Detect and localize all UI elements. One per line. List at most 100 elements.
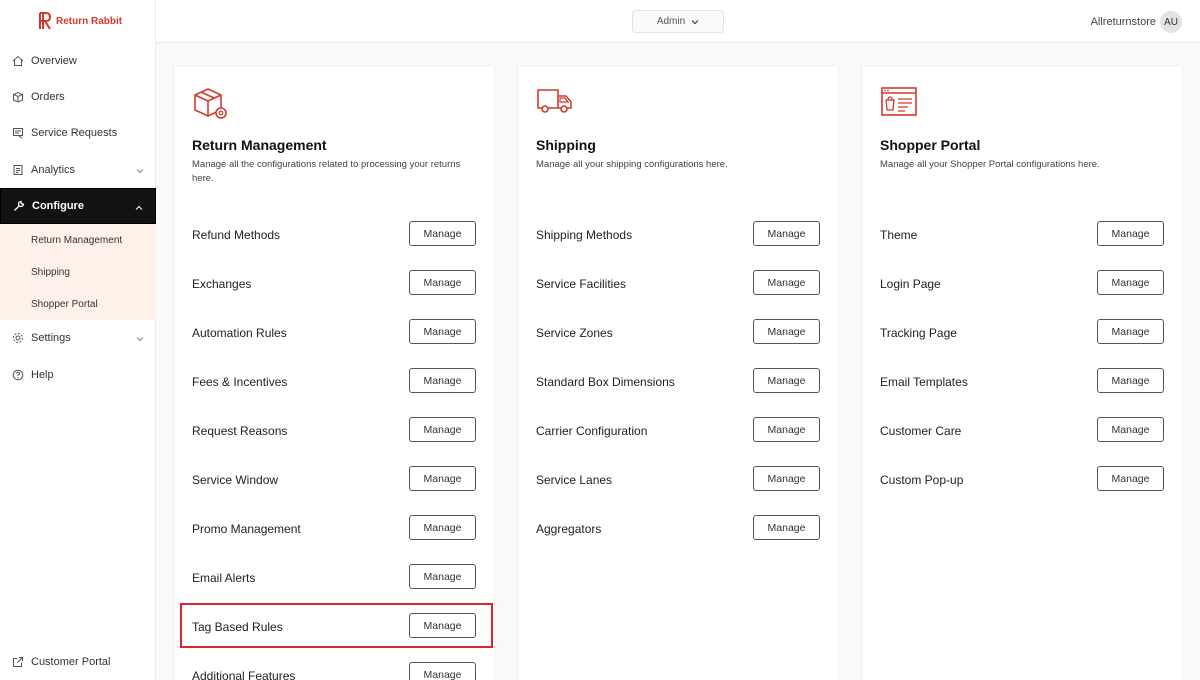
sidebar: Return Rabbit Overview Orders Service Re… [0, 0, 156, 680]
box-icon [12, 91, 24, 103]
submenu-return-management[interactable]: Return Management [31, 224, 122, 256]
manage-button[interactable]: Manage [1097, 368, 1164, 393]
config-row-email-templates: Email Templates Manage [862, 368, 1182, 396]
config-label: Request Reasons [192, 424, 288, 438]
manage-button[interactable]: Manage [1097, 319, 1164, 344]
manage-button[interactable]: Manage [753, 270, 820, 295]
config-row-tracking-page: Tracking Page Manage [862, 319, 1182, 347]
config-row-service-window: Service Window Manage [174, 466, 494, 494]
config-label: Fees & Incentives [192, 375, 288, 389]
sidebar-item-label: Help [31, 369, 54, 381]
config-label: Custom Pop-up [880, 473, 964, 487]
config-label: Login Page [880, 277, 941, 291]
sidebar-item-analytics[interactable]: Analytics [0, 152, 156, 188]
config-row-customer-care: Customer Care Manage [862, 417, 1182, 445]
manage-button[interactable]: Manage [753, 319, 820, 344]
config-label: Email Alerts [192, 571, 256, 585]
manage-button[interactable]: Manage [409, 515, 476, 540]
config-label: Tracking Page [880, 326, 957, 340]
sidebar-item-label: Service Requests [31, 127, 118, 139]
card-return-management: Return Management Manage all the configu… [173, 65, 495, 680]
config-row-login-page: Login Page Manage [862, 270, 1182, 298]
config-label: Theme [880, 228, 918, 242]
sidebar-item-label: Customer Portal [31, 656, 111, 668]
config-row-fees-incentives: Fees & Incentives Manage [174, 368, 494, 396]
manage-button[interactable]: Manage [409, 417, 476, 442]
submenu-shipping[interactable]: Shipping [31, 256, 70, 288]
submenu-shopper-portal[interactable]: Shopper Portal [31, 288, 98, 320]
config-label: Service Zones [536, 326, 613, 340]
manage-button[interactable]: Manage [1097, 221, 1164, 246]
config-row-additional-features: Additional Features Manage [174, 662, 494, 680]
sidebar-item-service-requests[interactable]: Service Requests [0, 115, 156, 151]
highlight-box [180, 603, 493, 648]
config-label: Aggregators [536, 522, 602, 536]
manage-button[interactable]: Manage [409, 270, 476, 295]
manage-button[interactable]: Manage [753, 368, 820, 393]
manage-button[interactable]: Manage [1097, 417, 1164, 442]
sidebar-item-label: Overview [31, 55, 77, 67]
manage-button[interactable]: Manage [409, 662, 476, 680]
config-label: Exchanges [192, 277, 252, 291]
config-label: Additional Features [192, 669, 296, 680]
brand-logo[interactable]: Return Rabbit [38, 12, 122, 30]
avatar[interactable]: AU [1160, 11, 1182, 33]
config-row-automation-rules: Automation Rules Manage [174, 319, 494, 347]
store-name[interactable]: Allreturnstore [1091, 16, 1156, 28]
manage-button[interactable]: Manage [409, 564, 476, 589]
box-gear-icon [192, 86, 230, 127]
sidebar-item-label: Analytics [31, 164, 76, 176]
manage-button[interactable]: Manage [409, 319, 476, 344]
config-label: Service Window [192, 473, 279, 487]
manage-button[interactable]: Manage [753, 221, 820, 246]
manage-button[interactable]: Manage [753, 417, 820, 442]
config-label: Refund Methods [192, 228, 281, 242]
manage-button[interactable]: Manage [753, 466, 820, 491]
storefront-icon [880, 86, 918, 123]
chevron-down-icon [691, 19, 699, 24]
manage-button[interactable]: Manage [1097, 466, 1164, 491]
sidebar-item-overview[interactable]: Overview [0, 43, 156, 79]
chevron-up-icon [135, 202, 143, 214]
card-description: Manage all your Shopper Portal configura… [880, 159, 1100, 170]
rabbit-logo-icon [39, 12, 52, 30]
manage-button[interactable]: Manage [1097, 270, 1164, 295]
sidebar-item-orders[interactable]: Orders [0, 79, 156, 115]
configure-submenu: Return Management Shipping Shopper Porta… [0, 224, 156, 320]
chevron-down-icon [136, 333, 144, 345]
home-icon [12, 55, 24, 67]
config-row-service-zones: Service Zones Manage [518, 319, 838, 347]
chevron-down-icon [136, 165, 144, 177]
wrench-icon [13, 200, 25, 212]
card-title: Shipping [536, 137, 596, 153]
manage-button[interactable]: Manage [753, 515, 820, 540]
config-label: Shipping Methods [536, 228, 633, 242]
top-bar: Admin Allreturnstore AU [156, 0, 1200, 43]
config-label: Customer Care [880, 424, 962, 438]
sidebar-item-settings[interactable]: Settings [0, 320, 156, 356]
sidebar-item-customer-portal[interactable]: Customer Portal [0, 644, 156, 680]
sidebar-item-help[interactable]: Help [0, 357, 156, 393]
config-row-carrier-configuration: Carrier Configuration Manage [518, 417, 838, 445]
config-row-refund-methods: Refund Methods Manage [174, 221, 494, 249]
external-link-icon [12, 656, 24, 668]
config-row-aggregators: Aggregators Manage [518, 515, 838, 543]
card-description: Manage all the configurations related to… [192, 159, 461, 184]
sidebar-item-label: Settings [31, 332, 71, 344]
config-label: Promo Management [192, 522, 301, 536]
role-select[interactable]: Admin [632, 10, 724, 33]
sidebar-item-label: Configure [32, 200, 84, 212]
card-shopper-portal: Shopper Portal Manage all your Shopper P… [861, 65, 1183, 680]
sidebar-item-configure[interactable]: Configure [0, 188, 156, 224]
config-row-service-facilities: Service Facilities Manage [518, 270, 838, 298]
config-label: Standard Box Dimensions [536, 375, 675, 389]
manage-button[interactable]: Manage [409, 368, 476, 393]
config-row-standard-box-dimensions: Standard Box Dimensions Manage [518, 368, 838, 396]
manage-button[interactable]: Manage [409, 221, 476, 246]
config-row-service-lanes: Service Lanes Manage [518, 466, 838, 494]
role-select-value: Admin [656, 16, 686, 27]
truck-icon [536, 86, 574, 121]
config-row-exchanges: Exchanges Manage [174, 270, 494, 298]
config-row-request-reasons: Request Reasons Manage [174, 417, 494, 445]
manage-button[interactable]: Manage [409, 466, 476, 491]
